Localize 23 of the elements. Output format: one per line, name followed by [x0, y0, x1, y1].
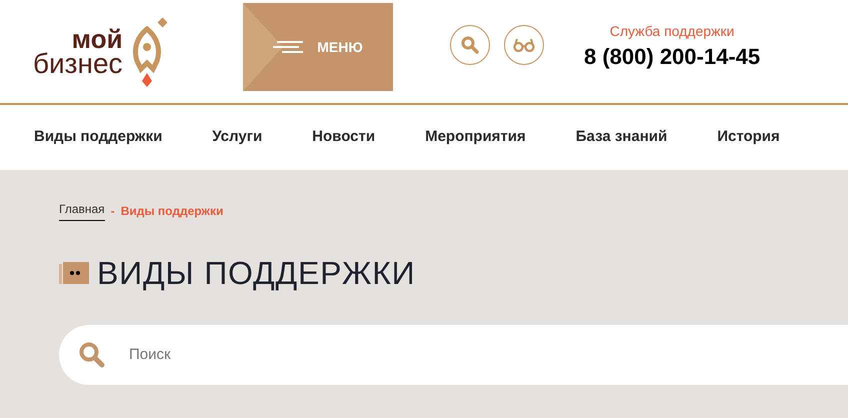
logo-text: бизнес [33, 50, 123, 76]
search-button[interactable] [450, 25, 490, 65]
breadcrumb-separator: - [110, 202, 115, 220]
search-field[interactable]: Поиск [59, 325, 848, 385]
search-icon [79, 342, 105, 368]
breadcrumb-link[interactable]: Главная [59, 200, 105, 221]
nav-link[interactable]: Виды поддержки [34, 126, 162, 149]
nav-link[interactable]: История [717, 126, 780, 149]
page-title: ВИДЫ ПОДДЕРЖКИ [97, 254, 416, 293]
nav-link[interactable]: База знаний [576, 126, 668, 149]
nav-link[interactable]: Услуги [212, 126, 262, 149]
accessibility-button[interactable] [504, 25, 544, 65]
nav-link[interactable]: Мероприятия [425, 126, 526, 149]
rocket-logo-icon [130, 16, 167, 86]
title-icon [59, 262, 89, 284]
support-label: Служба поддержки [610, 22, 734, 41]
phone-link[interactable]: 8 (800) 200-14-45 [584, 42, 760, 72]
nav-link[interactable]: Новости [312, 126, 376, 149]
glasses-icon [513, 38, 535, 52]
logo-text: мой [72, 26, 123, 50]
search-icon [461, 36, 479, 54]
search-input[interactable]: Поиск [129, 344, 729, 366]
menu-icon [273, 41, 304, 53]
